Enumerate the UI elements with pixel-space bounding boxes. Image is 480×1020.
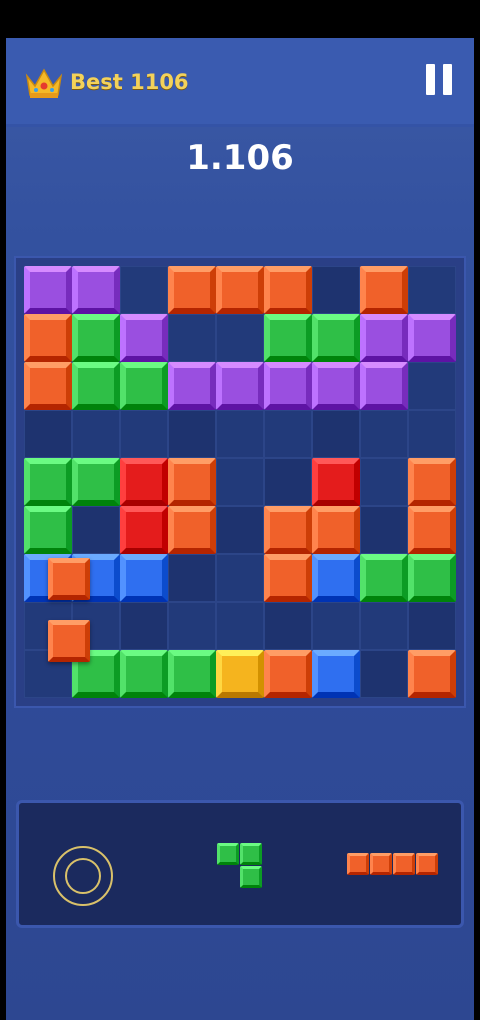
purple-block — [264, 362, 312, 410]
empty-cell — [264, 458, 312, 506]
purple-block — [168, 362, 216, 410]
green-block — [72, 458, 120, 506]
green-mini-block — [240, 843, 262, 865]
empty-cell — [360, 506, 408, 554]
purple-block — [360, 362, 408, 410]
rotate-ring-inner — [65, 858, 101, 894]
empty-cell — [120, 410, 168, 458]
orange-mini-block — [347, 853, 369, 875]
green-mini-block — [240, 866, 262, 888]
empty-cell — [408, 602, 456, 650]
empty-cell — [408, 362, 456, 410]
empty-cell — [312, 266, 360, 314]
purple-block — [360, 314, 408, 362]
orange-block — [408, 506, 456, 554]
orange-block — [264, 266, 312, 314]
pause-button[interactable] — [426, 64, 452, 96]
top-bar: Best 1106 — [6, 38, 474, 127]
empty-cell — [216, 410, 264, 458]
blue-block — [312, 650, 360, 698]
empty-cell — [72, 410, 120, 458]
red-block — [120, 506, 168, 554]
blue-block — [120, 554, 168, 602]
empty-cell — [360, 410, 408, 458]
rotate-ring-icon[interactable] — [53, 846, 113, 906]
green-block — [168, 650, 216, 698]
orange-block — [168, 458, 216, 506]
orange-block — [408, 458, 456, 506]
pause-icon-bar — [443, 64, 452, 95]
green-block — [72, 362, 120, 410]
orange-block — [168, 266, 216, 314]
empty-cell — [216, 458, 264, 506]
pause-icon — [426, 64, 435, 95]
purple-block — [24, 266, 72, 314]
red-block — [312, 458, 360, 506]
purple-block — [408, 314, 456, 362]
green-block — [72, 314, 120, 362]
empty-cell — [408, 266, 456, 314]
orange-block — [312, 506, 360, 554]
empty-cell — [120, 602, 168, 650]
empty-cell — [168, 410, 216, 458]
crown-icon — [25, 68, 63, 98]
green-mini-block — [217, 843, 239, 865]
orange-block — [168, 506, 216, 554]
orange-block — [24, 362, 72, 410]
empty-cell — [216, 602, 264, 650]
empty-cell — [168, 602, 216, 650]
blue-block — [312, 554, 360, 602]
empty-cell — [360, 650, 408, 698]
green-block — [360, 554, 408, 602]
orange-mini-block — [416, 853, 438, 875]
green-block — [24, 458, 72, 506]
orange-block — [264, 650, 312, 698]
empty-cell — [72, 506, 120, 554]
orange-block — [24, 314, 72, 362]
yellow-block — [216, 650, 264, 698]
orange-block — [360, 266, 408, 314]
empty-cell — [264, 602, 312, 650]
orange-block — [264, 506, 312, 554]
empty-cell — [168, 554, 216, 602]
empty-cell — [360, 458, 408, 506]
empty-cell — [216, 314, 264, 362]
game-board[interactable] — [24, 266, 456, 698]
orange-mini-block — [370, 853, 392, 875]
green-block — [408, 554, 456, 602]
purple-block — [312, 362, 360, 410]
empty-cell — [216, 554, 264, 602]
green-block — [24, 506, 72, 554]
orange-block — [264, 554, 312, 602]
dragged-piece-block[interactable] — [48, 558, 91, 600]
empty-cell — [312, 602, 360, 650]
orange-block — [408, 650, 456, 698]
purple-block — [72, 266, 120, 314]
empty-cell — [360, 602, 408, 650]
empty-cell — [216, 506, 264, 554]
empty-cell — [408, 410, 456, 458]
current-score: 1.106 — [186, 138, 294, 178]
orange-mini-block — [393, 853, 415, 875]
empty-cell — [264, 410, 312, 458]
empty-cell — [168, 314, 216, 362]
green-block — [264, 314, 312, 362]
best-score-label: Best 1106 — [70, 70, 189, 94]
green-block — [120, 650, 168, 698]
purple-block — [216, 362, 264, 410]
empty-cell — [312, 410, 360, 458]
orange-block — [216, 266, 264, 314]
dragged-piece-block[interactable] — [48, 620, 91, 663]
green-block — [120, 362, 168, 410]
green-block — [312, 314, 360, 362]
red-block — [120, 458, 168, 506]
empty-cell — [120, 266, 168, 314]
empty-cell — [24, 410, 72, 458]
purple-block — [120, 314, 168, 362]
